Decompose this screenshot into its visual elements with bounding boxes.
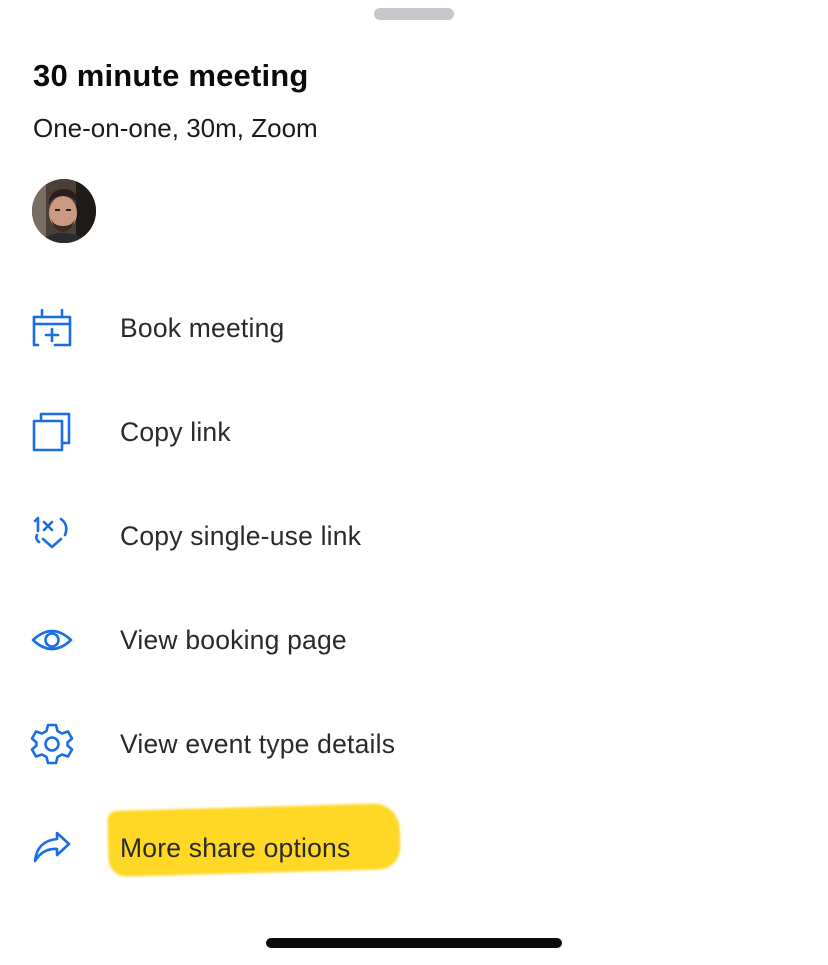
book-meeting-label: Book meeting xyxy=(120,312,285,343)
book-meeting-item[interactable]: Book meeting xyxy=(0,276,828,380)
share-arrow-icon xyxy=(29,825,75,871)
avatar xyxy=(32,179,96,243)
copy-link-label: Copy link xyxy=(120,416,231,447)
view-event-type-details-item[interactable]: View event type details xyxy=(0,692,828,796)
more-share-options-label: More share options xyxy=(120,832,351,863)
gear-icon xyxy=(29,721,75,767)
copy-icon xyxy=(29,409,75,455)
sheet-grabber[interactable] xyxy=(374,8,454,20)
calendar-plus-icon xyxy=(29,305,75,351)
view-event-type-details-label: View event type details xyxy=(120,728,396,759)
copy-single-use-link-label: Copy single-use link xyxy=(120,520,362,551)
home-indicator[interactable] xyxy=(266,938,562,948)
copy-link-item[interactable]: Copy link xyxy=(0,380,828,484)
eye-icon xyxy=(29,617,75,663)
event-title: 30 minute meeting xyxy=(33,58,309,93)
single-use-link-icon xyxy=(29,513,75,559)
view-booking-page-item[interactable]: View booking page xyxy=(0,588,828,692)
view-booking-page-label: View booking page xyxy=(120,624,347,655)
action-menu: Book meeting Copy link Copy single-use l… xyxy=(0,276,828,900)
event-subtitle: One-on-one, 30m, Zoom xyxy=(33,113,318,143)
copy-single-use-link-item[interactable]: Copy single-use link xyxy=(0,484,828,588)
event-actions-sheet: 30 minute meeting One-on-one, 30m, Zoom xyxy=(0,0,828,965)
